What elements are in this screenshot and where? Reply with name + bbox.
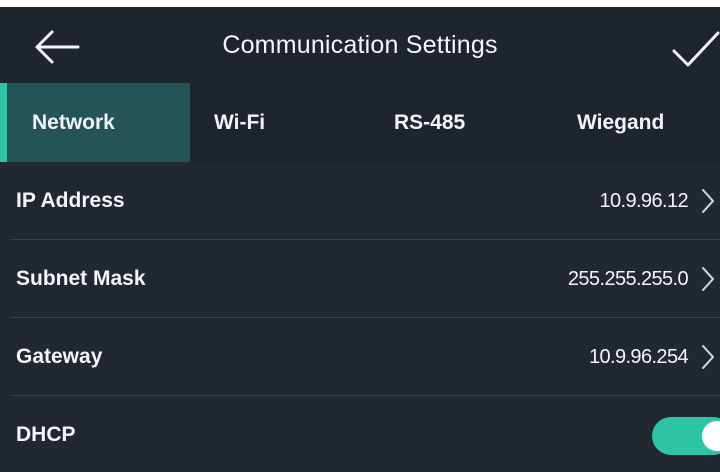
ip-address-value: 10.9.96.12 xyxy=(599,190,688,212)
dhcp-toggle[interactable] xyxy=(652,417,720,455)
communication-settings-screen: Communication Settings Network Wi-Fi RS-… xyxy=(0,7,720,472)
confirm-button[interactable] xyxy=(668,27,720,71)
tab-network[interactable]: Network xyxy=(0,83,190,162)
tab-label: Wi-Fi xyxy=(214,111,266,134)
dhcp-row: DHCP xyxy=(0,396,720,472)
gateway-row[interactable]: Gateway 10.9.96.254 xyxy=(0,318,720,396)
header-bar: Communication Settings xyxy=(0,7,720,83)
chevron-right-icon xyxy=(702,189,714,213)
network-settings-list: IP Address 10.9.96.12 Subnet Mask 255.25… xyxy=(0,162,720,472)
checkmark-icon xyxy=(672,31,720,67)
chevron-right-icon xyxy=(702,267,714,291)
back-button[interactable] xyxy=(30,25,82,69)
gateway-value: 10.9.96.254 xyxy=(588,346,689,368)
tab-wifi[interactable]: Wi-Fi xyxy=(190,83,340,162)
tab-label: Network xyxy=(32,111,115,134)
tab-wiegand[interactable]: Wiegand xyxy=(545,83,720,162)
chevron-right-icon xyxy=(702,345,714,369)
ip-address-label: IP Address xyxy=(16,189,125,212)
arrow-left-icon xyxy=(35,30,80,64)
subnet-mask-label: Subnet Mask xyxy=(16,267,146,290)
tab-bar: Network Wi-Fi RS-485 Wiegand xyxy=(0,83,720,162)
tab-rs485[interactable]: RS-485 xyxy=(370,83,520,162)
tab-label: RS-485 xyxy=(394,111,466,134)
subnet-mask-value: 255.255.255.0 xyxy=(567,268,689,290)
subnet-mask-row[interactable]: Subnet Mask 255.255.255.0 xyxy=(0,240,720,318)
page-title: Communication Settings xyxy=(222,31,498,59)
active-tab-indicator xyxy=(0,83,7,162)
toggle-knob xyxy=(702,421,720,451)
dhcp-label: DHCP xyxy=(16,423,76,446)
ip-address-row[interactable]: IP Address 10.9.96.12 xyxy=(0,162,720,240)
gateway-label: Gateway xyxy=(16,345,103,368)
tab-label: Wiegand xyxy=(577,111,665,134)
